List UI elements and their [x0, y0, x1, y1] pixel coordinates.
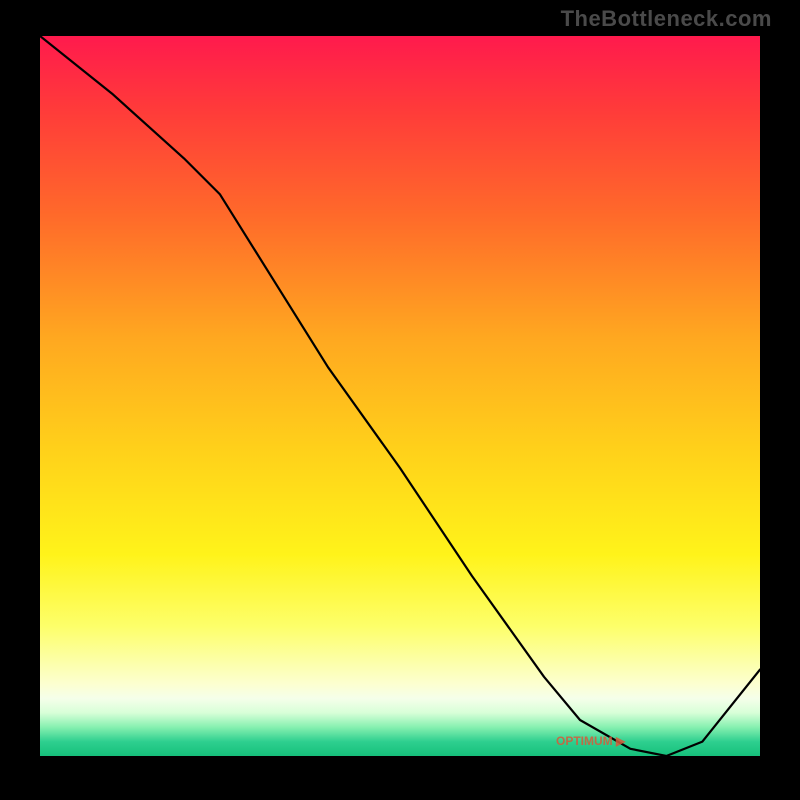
chart-plot-area: OPTIMUM ▶ — [40, 36, 760, 756]
watermark-text: TheBottleneck.com — [561, 6, 772, 32]
chart-annotation-optimum: OPTIMUM ▶ — [556, 734, 625, 748]
chart-line-series — [40, 36, 760, 756]
